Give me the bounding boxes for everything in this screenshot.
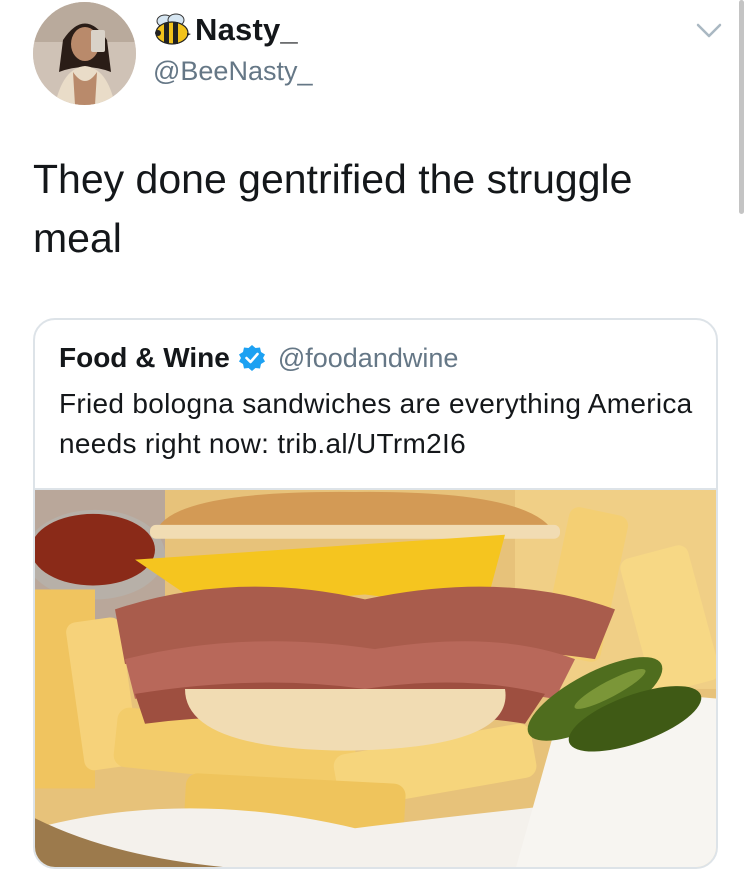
author-handle[interactable]: @BeeNasty_	[153, 56, 312, 87]
quoted-author-name: Food & Wine	[59, 342, 230, 373]
tweet-view: Nasty_ @BeeNasty_ They done gentrified t…	[0, 0, 750, 869]
tweet-text: They done gentrified the struggle meal	[33, 156, 633, 261]
avatar[interactable]	[33, 2, 136, 105]
chevron-down-icon[interactable]	[696, 22, 722, 40]
author-name-row[interactable]: Nasty_	[153, 12, 298, 48]
author-display-name: Nasty_	[195, 12, 298, 47]
quoted-tweet-media[interactable]	[35, 488, 716, 867]
verified-badge-icon	[238, 345, 265, 371]
quoted-tweet-card[interactable]: Food & Wine @foodandwine Fried bologna s…	[33, 318, 718, 869]
fried-bologna-sandwich-photo	[35, 490, 716, 867]
quoted-tweet-header: Food & Wine @foodandwine	[59, 342, 458, 374]
quoted-tweet-text: Fried bologna sandwiches are everything …	[59, 388, 693, 459]
avatar-photo	[33, 2, 136, 105]
bee-icon	[155, 13, 191, 45]
quoted-author-handle: @foodandwine	[277, 342, 459, 373]
scrollbar[interactable]	[739, 0, 744, 214]
